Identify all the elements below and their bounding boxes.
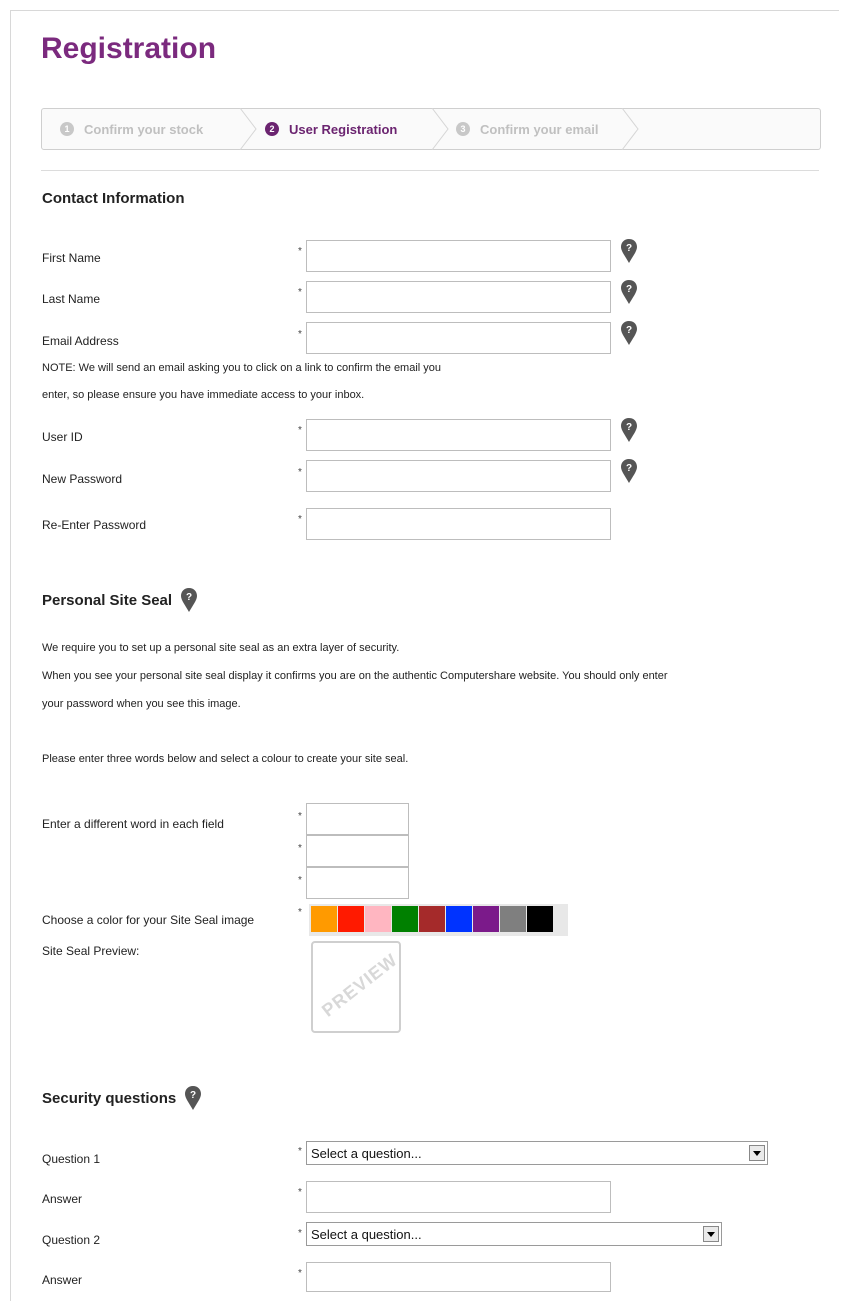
seal-words-label: Enter a different word in each field <box>42 817 224 831</box>
first-name-input[interactable] <box>306 240 611 272</box>
required-mark: * <box>298 907 302 918</box>
color-swatch-purple[interactable] <box>473 906 499 932</box>
svg-text:?: ? <box>190 1090 196 1101</box>
color-swatch-blue[interactable] <box>446 906 472 932</box>
question-2-select[interactable]: Select a question... <box>306 1222 722 1246</box>
help-marker-icon[interactable]: ? <box>620 321 638 345</box>
dropdown-arrow-icon[interactable] <box>749 1145 765 1161</box>
security-heading-text: Security questions <box>42 1089 177 1107</box>
email-note-line2: enter, so please ensure you have immedia… <box>42 389 365 401</box>
email-note-line1: NOTE: We will send an email asking you t… <box>42 362 442 374</box>
step-separator-icon <box>239 108 257 150</box>
color-swatch-green[interactable] <box>392 906 418 932</box>
svg-text:?: ? <box>626 325 632 336</box>
svg-text:?: ? <box>626 243 632 254</box>
seal-word-2-input[interactable] <box>306 835 409 867</box>
help-marker-icon[interactable]: ? <box>180 588 198 612</box>
step-label-3: Confirm your email <box>480 121 599 137</box>
page-title: Registration <box>41 32 217 65</box>
answer-2-label: Answer <box>42 1273 83 1287</box>
site-seal-desc2: When you see your personal site seal dis… <box>42 670 668 682</box>
site-seal-section-heading: Personal Site Seal ? <box>42 588 198 612</box>
help-marker-icon[interactable]: ? <box>184 1086 202 1110</box>
new-password-input[interactable] <box>306 460 611 492</box>
seal-preview-label: Site Seal Preview: <box>42 944 140 958</box>
question-2-select-value: Select a question... <box>311 1226 422 1242</box>
step-user-registration: 2 User Registration <box>265 109 397 149</box>
question-1-select-value: Select a question... <box>311 1145 422 1161</box>
step-number-1: 1 <box>60 122 74 136</box>
color-swatch-black[interactable] <box>527 906 553 932</box>
dropdown-arrow-icon[interactable] <box>703 1226 719 1242</box>
seal-preview-watermark: PREVIEW <box>318 949 401 1021</box>
required-mark: * <box>298 287 302 298</box>
site-seal-desc4: Please enter three words below and selec… <box>42 753 409 765</box>
required-mark: * <box>298 875 302 886</box>
svg-text:?: ? <box>626 284 632 295</box>
step-separator-icon <box>431 108 449 150</box>
color-swatch-red[interactable] <box>338 906 364 932</box>
svg-text:?: ? <box>626 463 632 474</box>
color-swatch-brown[interactable] <box>419 906 445 932</box>
first-name-label: First Name <box>42 251 101 265</box>
answer-1-input[interactable] <box>306 1181 611 1213</box>
site-seal-desc1: We require you to set up a personal site… <box>42 642 400 654</box>
seal-word-3-input[interactable] <box>306 867 409 899</box>
help-marker-icon[interactable]: ? <box>620 418 638 442</box>
required-mark: * <box>298 1268 302 1279</box>
required-mark: * <box>298 1187 302 1198</box>
last-name-label: Last Name <box>42 292 101 306</box>
required-mark: * <box>298 467 302 478</box>
step-confirm-stock: 1 Confirm your stock <box>60 109 203 149</box>
answer-2-input[interactable] <box>306 1262 611 1292</box>
question-2-label: Question 2 <box>42 1233 101 1247</box>
seal-color-picker <box>309 904 568 936</box>
user-id-label: User ID <box>42 430 83 444</box>
required-mark: * <box>298 1146 302 1157</box>
required-mark: * <box>298 1228 302 1239</box>
site-seal-desc3: your password when you see this image. <box>42 698 241 710</box>
user-id-input[interactable] <box>306 419 611 451</box>
color-swatch-orange[interactable] <box>311 906 337 932</box>
step-number-2: 2 <box>265 122 279 136</box>
reenter-password-input[interactable] <box>306 508 611 540</box>
question-1-select[interactable]: Select a question... <box>306 1141 768 1165</box>
step-separator-icon <box>621 108 639 150</box>
contact-section-heading: Contact Information <box>42 190 185 207</box>
site-seal-heading-text: Personal Site Seal <box>42 591 173 609</box>
seal-color-label: Choose a color for your Site Seal image <box>42 913 255 927</box>
help-marker-icon[interactable]: ? <box>620 239 638 263</box>
required-mark: * <box>298 514 302 525</box>
email-input[interactable] <box>306 322 611 354</box>
seal-word-1-input[interactable] <box>306 803 409 835</box>
required-mark: * <box>298 843 302 854</box>
color-swatch-pink[interactable] <box>365 906 391 932</box>
new-password-label: New Password <box>42 472 123 486</box>
required-mark: * <box>298 811 302 822</box>
help-marker-icon[interactable]: ? <box>620 280 638 304</box>
svg-text:?: ? <box>186 592 192 603</box>
step-confirm-email: 3 Confirm your email <box>456 109 598 149</box>
email-label: Email Address <box>42 334 119 348</box>
step-label-2: User Registration <box>289 121 398 137</box>
answer-1-label: Answer <box>42 1192 83 1206</box>
divider <box>41 170 819 171</box>
svg-text:?: ? <box>626 422 632 433</box>
step-label-1: Confirm your stock <box>84 121 204 137</box>
required-mark: * <box>298 246 302 257</box>
registration-steps: 1 Confirm your stock 2 User Registration… <box>41 108 821 150</box>
last-name-input[interactable] <box>306 281 611 313</box>
help-marker-icon[interactable]: ? <box>620 459 638 483</box>
required-mark: * <box>298 329 302 340</box>
seal-preview: PREVIEW <box>311 941 401 1033</box>
reenter-password-label: Re-Enter Password <box>42 518 147 532</box>
security-section-heading: Security questions ? <box>42 1086 202 1110</box>
step-number-3: 3 <box>456 122 470 136</box>
color-swatch-grey[interactable] <box>500 906 526 932</box>
question-1-label: Question 1 <box>42 1152 101 1166</box>
required-mark: * <box>298 425 302 436</box>
